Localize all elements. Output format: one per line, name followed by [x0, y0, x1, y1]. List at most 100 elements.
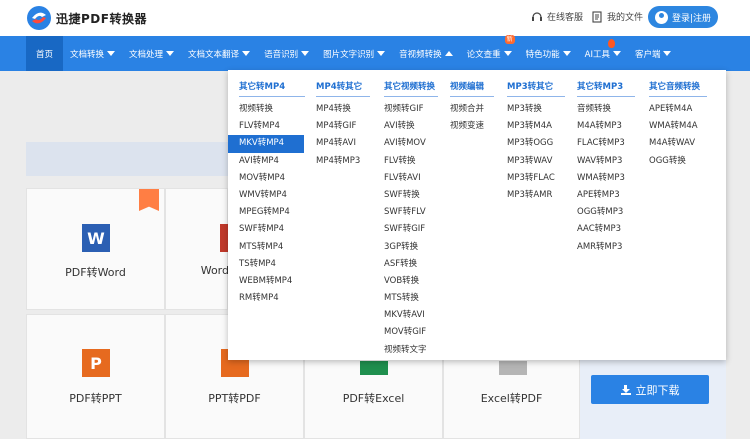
- nav-client[interactable]: 客户端: [628, 36, 679, 71]
- menu-item[interactable]: OGG转MP3: [577, 204, 635, 221]
- menu-item[interactable]: AVI转MP4: [239, 153, 305, 170]
- menu-item[interactable]: MP4转AVI: [316, 135, 370, 152]
- nav-label: 文档处理: [129, 49, 164, 60]
- menu-item[interactable]: SWF转换: [384, 187, 438, 204]
- menu-item[interactable]: 视频转GIF: [384, 101, 438, 118]
- menu-item[interactable]: MOV转MP4: [239, 170, 305, 187]
- headset-icon: [532, 11, 542, 21]
- menu-item[interactable]: MP3转M4A: [507, 118, 565, 135]
- menu-item[interactable]: MP3转换: [507, 101, 565, 118]
- nav-speech-recognition[interactable]: 语音识别: [257, 36, 316, 71]
- menu-item[interactable]: AVI转换: [384, 118, 438, 135]
- col-video-edit: 视频编辑 视频合并 视频变速: [450, 80, 494, 135]
- menu-item[interactable]: 视频转文字: [384, 342, 438, 359]
- menu-item[interactable]: 视频合并: [450, 101, 494, 118]
- menu-item[interactable]: MOV转GIF: [384, 324, 438, 341]
- menu-item[interactable]: MP4转MP3: [316, 153, 370, 170]
- nav-label: 图片文字识别: [323, 49, 375, 60]
- nav-av-convert[interactable]: 音视频转换: [392, 36, 460, 71]
- download-now-button[interactable]: 立即下载: [591, 375, 709, 404]
- menu-item[interactable]: ASF转换: [384, 256, 438, 273]
- col-other-video: 其它视频转换 视频转GIF AVI转换 AVI转MOV FLV转换 FLV转AV…: [384, 80, 438, 359]
- menu-item[interactable]: SWF转MP4: [239, 221, 305, 238]
- menu-item[interactable]: FLAC转MP3: [577, 135, 635, 152]
- menu-item[interactable]: WAV转MP3: [577, 153, 635, 170]
- menu-item[interactable]: TS转MP4: [239, 256, 305, 273]
- app-logo-icon[interactable]: [26, 5, 52, 31]
- menu-item[interactable]: M4A转WAV: [649, 135, 707, 152]
- menu-item[interactable]: MP3转AMR: [507, 187, 565, 204]
- col-heading: MP3转其它: [507, 80, 565, 97]
- menu-item[interactable]: WMA转MP3: [577, 170, 635, 187]
- nav-document-translate[interactable]: 文档文本翻译: [181, 36, 257, 71]
- online-service-label: 在线客服: [547, 13, 584, 23]
- col-heading: MP4转其它: [316, 80, 370, 97]
- excel-icon: [360, 361, 388, 375]
- menu-item[interactable]: SWF转FLV: [384, 204, 438, 221]
- menu-item[interactable]: MP3转OGG: [507, 135, 565, 152]
- menu-item[interactable]: 音频转换: [577, 101, 635, 118]
- menu-item[interactable]: VOB转换: [384, 273, 438, 290]
- nav-home[interactable]: 首页: [26, 36, 64, 71]
- nav-image-ocr[interactable]: 图片文字识别: [316, 36, 392, 71]
- menu-item[interactable]: MP4转换: [316, 101, 370, 118]
- menu-item[interactable]: MTS转MP4: [239, 239, 305, 256]
- menu-item[interactable]: 视频变速: [450, 118, 494, 135]
- nav-ai-tools[interactable]: AI工具: [578, 36, 628, 71]
- menu-item[interactable]: WMA转M4A: [649, 118, 707, 135]
- chevron-down-icon: [377, 51, 386, 56]
- nav-label: 特色功能: [525, 49, 560, 60]
- top-header: 迅捷PDF转换器 在线客服 我的文件 登录|注册: [0, 0, 750, 36]
- menu-item[interactable]: AMR转MP3: [577, 239, 635, 256]
- nav-featured[interactable]: 特色功能: [519, 36, 578, 71]
- card-word-partial[interactable]: Word: [165, 188, 229, 310]
- menu-item[interactable]: APE转M4A: [649, 101, 707, 118]
- col-mp3-to: MP3转其它 MP3转换 MP3转M4A MP3转OGG MP3转WAV MP3…: [507, 80, 565, 204]
- chevron-down-icon: [562, 51, 571, 56]
- menu-item[interactable]: FLV转MP4: [239, 118, 305, 135]
- my-files-link[interactable]: 我的文件: [591, 10, 643, 23]
- menu-item[interactable]: MPEG转MP4: [239, 204, 305, 221]
- menu-item[interactable]: FLV转AVI: [384, 170, 438, 187]
- col-heading: 其它转MP3: [577, 80, 635, 97]
- menu-item[interactable]: RM转MP4: [239, 290, 305, 307]
- menu-item[interactable]: APE转MP3: [577, 187, 635, 204]
- menu-item[interactable]: MP3转WAV: [507, 153, 565, 170]
- brand-name[interactable]: 迅捷PDF转换器: [56, 10, 147, 27]
- nav-document-process[interactable]: 文档处理: [122, 36, 181, 71]
- card-label: PPT转PDF: [208, 392, 261, 405]
- document-icon: [592, 10, 602, 23]
- av-convert-dropdown: 其它转MP4 视频转换 FLV转MP4 MKV转MP4 AVI转MP4 MOV转…: [228, 70, 726, 360]
- login-label: 登录|注册: [671, 13, 712, 24]
- menu-item[interactable]: 视频转换: [239, 101, 305, 118]
- menu-item[interactable]: MP3转FLAC: [507, 170, 565, 187]
- online-service-link[interactable]: 在线客服: [531, 10, 583, 23]
- pdf-file-icon: [499, 361, 527, 375]
- menu-item[interactable]: WMV转MP4: [239, 187, 305, 204]
- nav-label: 文档转换: [70, 49, 105, 60]
- menu-item[interactable]: AVI转MOV: [384, 135, 438, 152]
- card-label: Excel转PDF: [480, 392, 543, 405]
- menu-item[interactable]: WEBM转MP4: [239, 273, 305, 290]
- menu-item[interactable]: OGG转换: [649, 153, 707, 170]
- chevron-down-icon: [612, 51, 621, 56]
- menu-item[interactable]: MP4转GIF: [316, 118, 370, 135]
- nav-label: 论文查重: [466, 49, 501, 60]
- nav-document-convert[interactable]: 文档转换: [63, 36, 122, 71]
- download-label: 立即下载: [635, 383, 680, 397]
- menu-item[interactable]: AAC转MP3: [577, 221, 635, 238]
- menu-item[interactable]: MKV转AVI: [384, 307, 438, 324]
- menu-item[interactable]: MTS转换: [384, 290, 438, 307]
- menu-item[interactable]: M4A转MP3: [577, 118, 635, 135]
- login-register-button[interactable]: 登录|注册: [648, 6, 718, 28]
- menu-item[interactable]: FLV转换: [384, 153, 438, 170]
- nav-paper-check[interactable]: 论文查重新: [460, 35, 519, 71]
- user-avatar-icon: [654, 10, 668, 24]
- col-to-mp4: 其它转MP4 视频转换 FLV转MP4 MKV转MP4 AVI转MP4 MOV转…: [228, 80, 305, 307]
- menu-item-selected[interactable]: MKV转MP4: [228, 135, 304, 153]
- col-to-mp3: 其它转MP3 音频转换 M4A转MP3 FLAC转MP3 WAV转MP3 WMA…: [577, 80, 635, 256]
- menu-item[interactable]: 3GP转换: [384, 239, 438, 256]
- card-pdf-ppt[interactable]: P PDF转PPT: [26, 314, 165, 439]
- menu-item[interactable]: SWF转GIF: [384, 221, 438, 238]
- nav-label: AI工具: [584, 49, 610, 60]
